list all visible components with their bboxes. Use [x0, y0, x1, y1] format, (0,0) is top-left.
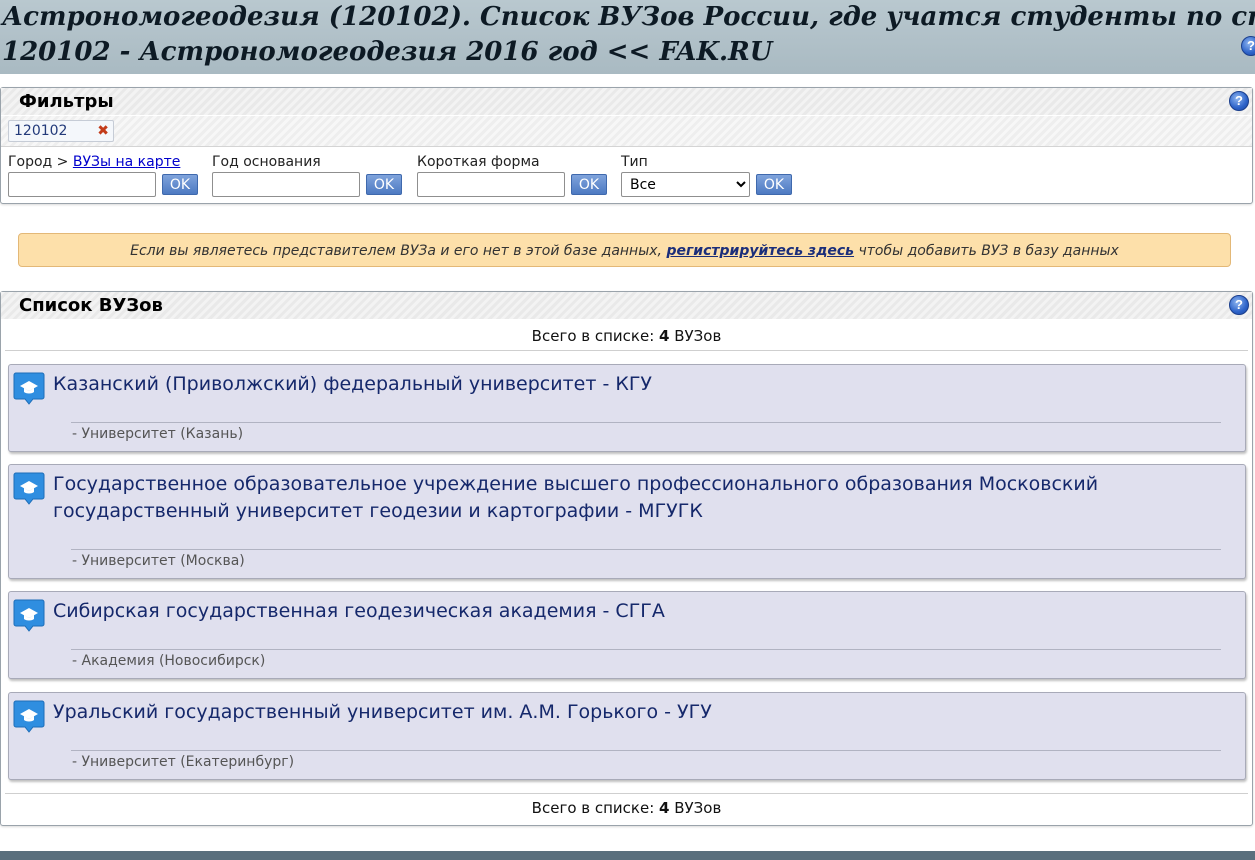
- type-select[interactable]: Все: [621, 172, 750, 197]
- page-header: Астрономогеодезия (120102). Список ВУЗов…: [0, 0, 1255, 74]
- card-divider: [71, 422, 1221, 423]
- type-ok-button[interactable]: OK: [756, 174, 792, 195]
- footer-bar: [0, 851, 1255, 860]
- university-name-link[interactable]: Государственное образовательное учрежден…: [53, 471, 1155, 525]
- year-label: Год основания: [212, 154, 321, 170]
- list-title: Список ВУЗов: [19, 295, 163, 316]
- graduation-cap-pin-icon: [13, 700, 45, 733]
- city-ok-button[interactable]: OK: [162, 174, 198, 195]
- active-filters-row: 120102 ✖: [1, 116, 1252, 147]
- total-count-bottom: Всего в списке: 4 ВУЗов: [5, 793, 1248, 822]
- map-link[interactable]: ВУЗы на карте: [73, 154, 181, 170]
- total-count-top: Всего в списке: 4 ВУЗов: [5, 322, 1248, 351]
- register-link[interactable]: регистрируйтесь здесь: [666, 243, 854, 259]
- total-number: 4: [659, 327, 670, 345]
- total-number: 4: [659, 799, 670, 817]
- university-card[interactable]: Сибирская государственная геодезическая …: [8, 591, 1246, 679]
- card-divider: [71, 750, 1221, 751]
- notice-text-before: Если вы являетесь представителем ВУЗа и …: [130, 243, 667, 259]
- city-label-text: Город >: [8, 154, 69, 170]
- university-meta: - Университет (Екатеринбург): [72, 754, 295, 770]
- university-meta: - Академия (Новосибирск): [72, 653, 266, 669]
- university-name-link[interactable]: Казанский (Приволжский) федеральный унив…: [53, 371, 1155, 398]
- total-prefix: Всего в списке:: [531, 327, 660, 345]
- register-notice: Если вы являетесь представителем ВУЗа и …: [18, 233, 1231, 267]
- filters-help-icon[interactable]: ?: [1229, 91, 1249, 111]
- graduation-cap-pin-icon: [13, 372, 45, 405]
- notice-text-after: чтобы добавить ВУЗ в базу данных: [854, 243, 1119, 259]
- list-header: Список ВУЗов ?: [1, 292, 1252, 319]
- type-filter: Тип Все OK: [621, 154, 801, 197]
- city-filter: Город > ВУЗы на карте OK: [8, 154, 208, 197]
- type-label: Тип: [621, 154, 648, 170]
- university-name-link[interactable]: Уральский государственный университет им…: [53, 699, 1155, 726]
- help-icon[interactable]: ?: [1241, 36, 1255, 56]
- year-filter: Год основания OK: [212, 154, 412, 197]
- filters-header: Фильтры ?: [1, 88, 1252, 115]
- short-form-filter: Короткая форма OK: [417, 154, 617, 197]
- year-input[interactable]: [212, 172, 360, 197]
- total-suffix: ВУЗов: [669, 799, 722, 817]
- filters-panel: Фильтры ? 120102 ✖ Город > ВУЗы на карте…: [0, 87, 1253, 204]
- short-form-input[interactable]: [417, 172, 565, 197]
- university-card[interactable]: Государственное образовательное учрежден…: [8, 464, 1246, 579]
- university-card[interactable]: Уральский государственный университет им…: [8, 692, 1246, 780]
- page-title-line2: 120102 - Астрономогеодезия 2016 год << F…: [2, 37, 773, 67]
- university-meta: - Университет (Москва): [72, 553, 245, 569]
- list-help-icon[interactable]: ?: [1229, 295, 1249, 315]
- card-divider: [71, 549, 1221, 550]
- remove-filter-icon[interactable]: ✖: [97, 123, 109, 139]
- university-name-link[interactable]: Сибирская государственная геодезическая …: [53, 598, 1155, 625]
- graduation-cap-pin-icon: [13, 472, 45, 505]
- graduation-cap-pin-icon: [13, 599, 45, 632]
- short-form-ok-button[interactable]: OK: [571, 174, 607, 195]
- total-suffix: ВУЗов: [669, 327, 722, 345]
- university-meta: - Университет (Казань): [72, 426, 244, 442]
- total-prefix: Всего в списке:: [531, 799, 660, 817]
- card-divider: [71, 649, 1221, 650]
- page-title: Астрономогеодезия (120102). Список ВУЗов…: [0, 0, 1255, 70]
- filters-title: Фильтры: [19, 91, 114, 112]
- short-form-label: Короткая форма: [417, 154, 540, 170]
- city-input[interactable]: [8, 172, 156, 197]
- active-filter-tag: 120102 ✖: [8, 120, 114, 142]
- active-filter-value: 120102: [14, 123, 68, 139]
- page-title-line1: Астрономогеодезия (120102). Список ВУЗов…: [2, 2, 1255, 32]
- university-list-panel: Список ВУЗов ? Всего в списке: 4 ВУЗов К…: [0, 291, 1253, 826]
- year-ok-button[interactable]: OK: [366, 174, 402, 195]
- university-card[interactable]: Казанский (Приволжский) федеральный унив…: [8, 364, 1246, 452]
- city-label: Город > ВУЗы на карте: [8, 154, 208, 172]
